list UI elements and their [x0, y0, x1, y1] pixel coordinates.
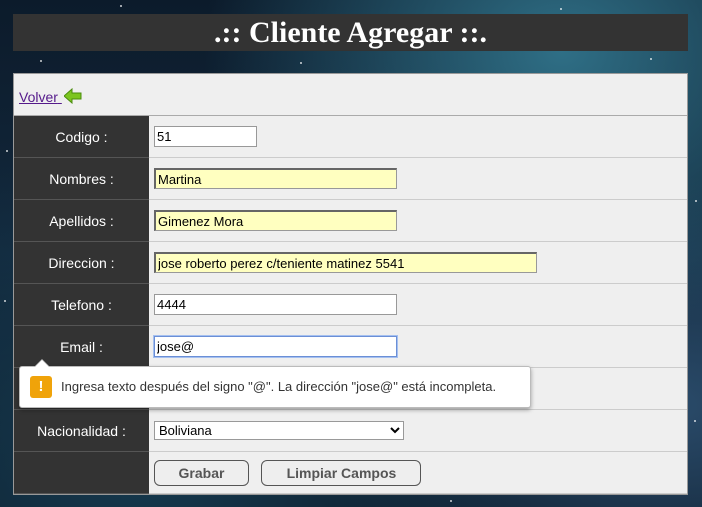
star	[650, 58, 652, 60]
codigo-field[interactable]	[154, 126, 257, 147]
warning-icon: !	[30, 376, 52, 398]
row-direccion: Direccion :	[14, 241, 687, 284]
row-telefono: Telefono :	[14, 283, 687, 326]
row-actions: Grabar Limpiar Campos	[14, 451, 687, 494]
form-panel: Volver Codigo : Nombres : Apellidos : Di…	[13, 73, 688, 495]
row-codigo: Codigo :	[14, 116, 687, 158]
star	[694, 420, 696, 422]
star	[120, 5, 122, 7]
star	[560, 8, 562, 10]
star	[4, 300, 6, 302]
back-link-label: Volver	[19, 89, 58, 105]
row-nombres: Nombres :	[14, 157, 687, 200]
nav-row: Volver	[14, 74, 687, 116]
nombres-field[interactable]	[154, 168, 397, 189]
validation-message: Ingresa texto después del signo "@". La …	[61, 379, 497, 394]
star	[695, 200, 697, 202]
back-link[interactable]: Volver	[19, 88, 82, 105]
arrow-left-icon	[63, 88, 82, 104]
row-nacionalidad: Nacionalidad : Boliviana	[14, 409, 687, 452]
page-title: .:: Cliente Agregar ::.	[13, 14, 688, 51]
email-field[interactable]	[154, 336, 397, 357]
nacionalidad-label: Nacionalidad :	[14, 409, 149, 452]
telefono-field[interactable]	[154, 294, 397, 315]
row-apellidos: Apellidos :	[14, 199, 687, 242]
apellidos-label: Apellidos :	[14, 199, 149, 242]
star	[450, 500, 452, 502]
nacionalidad-select[interactable]: Boliviana	[154, 421, 404, 440]
star	[300, 62, 302, 64]
direccion-field[interactable]	[154, 252, 537, 273]
nombres-label: Nombres :	[14, 157, 149, 200]
clear-button[interactable]: Limpiar Campos	[261, 459, 422, 486]
save-button[interactable]: Grabar	[154, 459, 249, 486]
star	[40, 60, 42, 62]
apellidos-field[interactable]	[154, 210, 397, 231]
direccion-label: Direccion :	[14, 241, 149, 284]
codigo-label: Codigo :	[14, 116, 149, 158]
star	[6, 150, 8, 152]
validation-tooltip: ! Ingresa texto después del signo "@". L…	[19, 359, 531, 408]
client-form: Codigo : Nombres : Apellidos : Direccion…	[14, 116, 687, 494]
row-email: Email :	[14, 325, 687, 368]
telefono-label: Telefono :	[14, 283, 149, 326]
